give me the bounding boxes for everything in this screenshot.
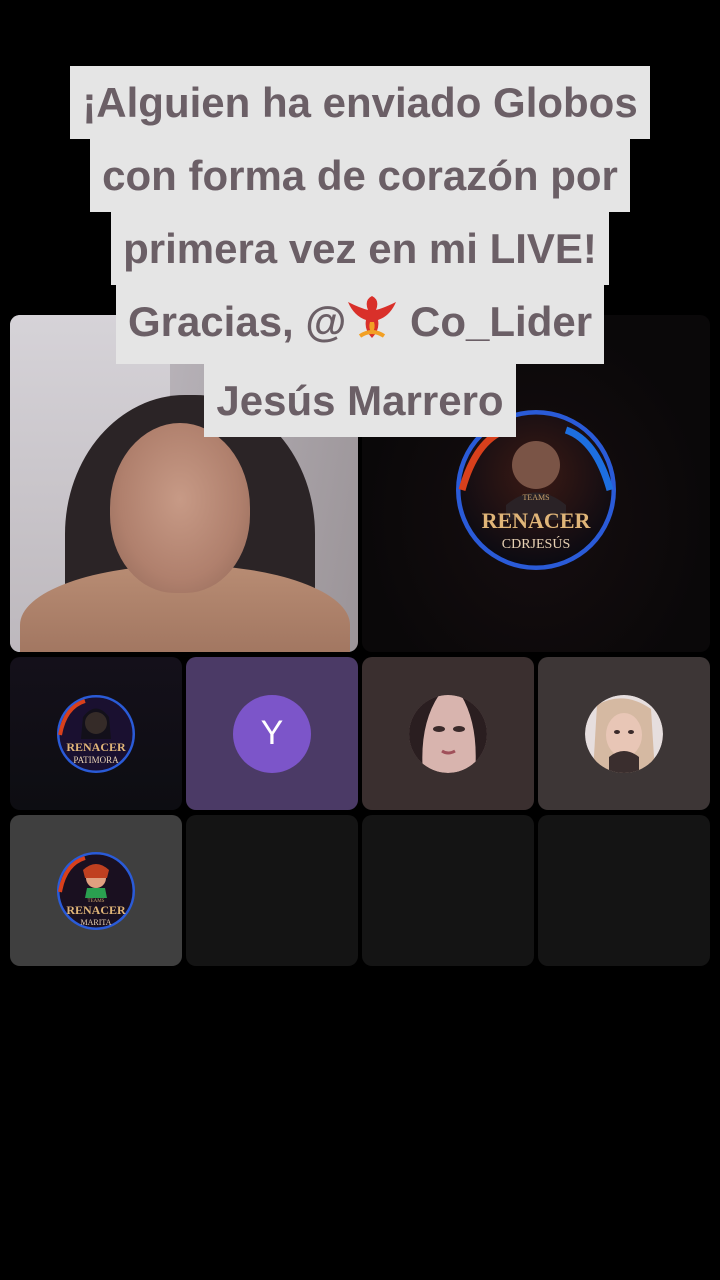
guest-tile-3[interactable] <box>362 657 534 810</box>
cohost-badge-main: RENACER <box>482 508 592 533</box>
guest-4-avatar <box>585 694 663 773</box>
guest-1-badge-main: RENACER <box>66 740 126 754</box>
guest-tile-5[interactable]: TEAMS RENACER MARITA <box>10 815 182 966</box>
guest-2-avatar: Y <box>233 694 311 773</box>
guest-tile-2[interactable]: Y <box>186 657 358 810</box>
guest-tile-4[interactable] <box>538 657 710 810</box>
guest-2-initial: Y <box>233 694 311 773</box>
gift-message-line-4: Gracias, @ Co_Lider <box>115 285 605 364</box>
cohost-badge-sub: CDRJESÚS <box>502 535 570 552</box>
empty-seat-tile-8[interactable] <box>538 815 710 966</box>
guest-1-badge-sub: PATIMORA <box>73 755 119 765</box>
guest-5-badge-main: RENACER <box>66 903 126 917</box>
gift-message-line-3: primera vez en mi LIVE! <box>111 212 609 285</box>
gift-notification-banner: ¡Alguien ha enviado Globos con forma de … <box>18 66 702 437</box>
gift-message-line-5: Jesús Marrero <box>204 364 516 437</box>
empty-seat-tile-6[interactable] <box>186 815 358 966</box>
guest-1-avatar: RENACER PATIMORA <box>57 694 135 773</box>
gift-message-line-1: ¡Alguien ha enviado Globos <box>70 66 650 139</box>
guest-5-badge-sub: MARITA <box>81 918 112 927</box>
gift-message-thanks: Gracias, @ <box>127 298 347 345</box>
guest-3-avatar <box>409 694 487 773</box>
phoenix-icon <box>346 291 398 364</box>
host-face <box>110 423 250 593</box>
guest-5-avatar: TEAMS RENACER MARITA <box>57 851 135 930</box>
gift-message-line-2: con forma de corazón por <box>90 139 630 212</box>
guest-tile-1[interactable]: RENACER PATIMORA <box>10 657 182 810</box>
gift-sender-name: Co_Lider <box>398 298 593 345</box>
cohost-badge-top: TEAMS <box>522 493 549 502</box>
empty-seat-tile-7[interactable] <box>362 815 534 966</box>
